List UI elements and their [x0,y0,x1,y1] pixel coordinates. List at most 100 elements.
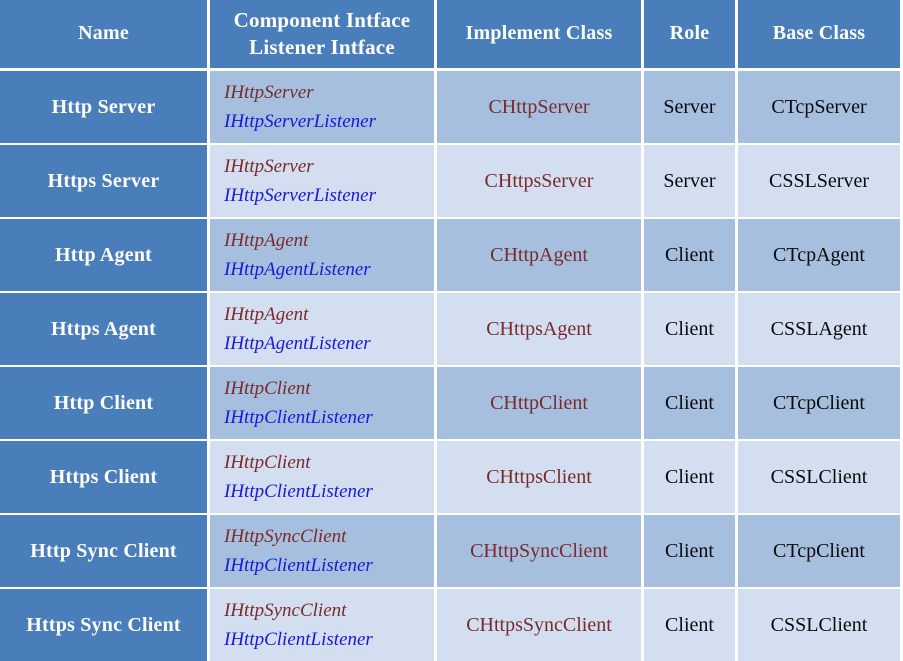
table-row: Https Client IHttpClient IHttpClientListen… [0,441,903,513]
role-label: Client [665,391,714,414]
table-row: Http Client IHttpClient IHttpClientListene… [0,367,903,439]
base-class-label: CTcpClient [773,391,865,414]
implement-class-label: CHttpsClient [486,465,592,488]
cell-implement-class: CHttpsAgent [437,293,641,365]
table-row: Https Server IHttpServer IHttpServerListen… [0,145,903,217]
column-header-role: Role [644,0,735,68]
cell-implement-class: CHttpAgent [437,219,641,291]
base-class-label: CTcpClient [773,539,865,562]
listener-interface-label: IHttpClientListener [224,629,373,650]
cell-implement-class: CHttpClient [437,367,641,439]
column-header-listener-interface-label: Listener Intface [249,35,395,59]
column-header-interface: Component Intface Listener Intface [210,0,434,68]
listener-interface-label: IHttpClientListener [224,481,373,502]
role-label: Client [665,243,714,266]
column-header-implement-class-label: Implement Class [465,22,613,45]
component-name-label: Https Client [49,465,158,488]
cell-implement-class: CHttpsServer [437,145,641,217]
cell-name: Http Server [0,71,207,143]
listener-interface-label: IHttpServerListener [224,185,376,206]
cell-name: Https Client [0,441,207,513]
component-interface-label: IHttpServer [224,155,314,177]
component-interface-label: IHttpServer [224,81,314,103]
cell-interfaces: IHttpSyncClient IHttpClientListener [210,515,434,587]
cell-base-class: CSSLClient [738,589,900,661]
base-class-label: CSSLServer [769,169,869,192]
cell-base-class: CSSLServer [738,145,900,217]
listener-interface-label: IHttpClientListener [224,407,373,428]
cell-role: Client [644,515,735,587]
role-label: Client [665,539,714,562]
cell-name: Http Client [0,367,207,439]
cell-interfaces: IHttpClient IHttpClientListener [210,441,434,513]
component-name-label: Http Server [51,95,156,118]
component-reference-table: Name Component Intface Listener Intface … [0,0,903,661]
table-header-row: Name Component Intface Listener Intface … [0,0,903,68]
table-row: Http Agent IHttpAgent IHttpAgentListener CH… [0,219,903,291]
cell-role: Client [644,441,735,513]
cell-base-class: CSSLAgent [738,293,900,365]
base-class-label: CSSLAgent [770,317,868,340]
cell-base-class: CTcpServer [738,71,900,143]
cell-base-class: CSSLClient [738,441,900,513]
role-label: Client [665,317,714,340]
table-row: Https Sync Client IHttpSyncClient IHttpCli… [0,589,903,661]
cell-implement-class: CHttpServer [437,71,641,143]
component-interface-label: IHttpAgent [224,229,309,251]
table-row: Https Agent IHttpAgent IHttpAgentListener C… [0,293,903,365]
base-class-label: CTcpServer [771,95,867,118]
implement-class-label: CHttpServer [488,95,590,118]
column-header-role-label: Role [669,22,710,45]
cell-interfaces: IHttpAgent IHttpAgentListener [210,293,434,365]
role-label: Server [663,169,716,192]
cell-implement-class: CHttpSyncClient [437,515,641,587]
cell-base-class: CTcpClient [738,367,900,439]
component-name-label: Http Agent [55,243,152,266]
listener-interface-label: IHttpAgentListener [224,333,371,354]
role-label: Client [665,465,714,488]
cell-interfaces: IHttpServer IHttpServerListener [210,145,434,217]
column-header-base-class: Base Class [738,0,900,68]
component-name-label: Http Sync Client [30,539,177,562]
cell-base-class: CTcpAgent [738,219,900,291]
cell-role: Client [644,293,735,365]
column-header-name: Name [0,0,207,68]
implement-class-label: CHttpClient [490,391,588,414]
listener-interface-label: IHttpAgentListener [224,259,371,280]
cell-role: Client [644,219,735,291]
column-header-name-label: Name [78,22,129,45]
component-name-label: Https Sync Client [26,613,181,636]
cell-implement-class: CHttpsClient [437,441,641,513]
listener-interface-label: IHttpClientListener [224,555,373,576]
implement-class-label: CHttpsAgent [486,317,592,340]
base-class-label: CTcpAgent [773,243,865,266]
cell-name: Http Agent [0,219,207,291]
cell-name: Https Sync Client [0,589,207,661]
implement-class-label: CHttpSyncClient [470,539,608,562]
cell-interfaces: IHttpServer IHttpServerListener [210,71,434,143]
role-label: Server [663,95,716,118]
component-interface-label: IHttpSyncClient [224,599,347,621]
cell-role: Client [644,367,735,439]
base-class-label: CSSLClient [770,613,868,636]
component-name-label: Http Client [53,391,154,414]
cell-role: Server [644,145,735,217]
implement-class-label: CHttpsServer [484,169,594,192]
column-header-implement-class: Implement Class [437,0,641,68]
column-header-component-interface-label: Component Intface [233,8,411,33]
component-interface-label: IHttpSyncClient [224,525,347,547]
cell-implement-class: CHttpsSyncClient [437,589,641,661]
listener-interface-label: IHttpServerListener [224,111,376,132]
table-row: Http Server IHttpServer IHttpServerListene… [0,71,903,143]
role-label: Client [665,613,714,636]
component-interface-label: IHttpAgent [224,303,309,325]
base-class-label: CSSLClient [770,465,868,488]
table-body: Http Server IHttpServer IHttpServerListene… [0,71,903,661]
cell-interfaces: IHttpAgent IHttpAgentListener [210,219,434,291]
component-name-label: Https Server [47,169,160,192]
cell-interfaces: IHttpSyncClient IHttpClientListener [210,589,434,661]
component-interface-label: IHttpClient [224,451,311,473]
cell-role: Server [644,71,735,143]
cell-base-class: CTcpClient [738,515,900,587]
cell-name: Http Sync Client [0,515,207,587]
